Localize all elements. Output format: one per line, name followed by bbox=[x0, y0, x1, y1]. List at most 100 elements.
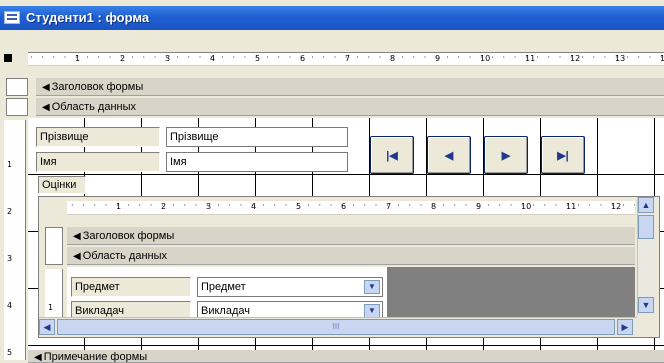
ruler-dot: · bbox=[543, 201, 547, 210]
section-arrow-icon: ◀ bbox=[73, 231, 81, 242]
previous-record-icon: ◀ bbox=[444, 149, 454, 162]
ruler-dot: · bbox=[221, 53, 224, 62]
ruler-dot: · bbox=[255, 53, 258, 62]
scroll-down-icon[interactable]: ▼ bbox=[638, 297, 654, 313]
scroll-right-icon[interactable]: ▶ bbox=[617, 319, 633, 335]
detail-section-bar[interactable]: ◀ Область данных bbox=[36, 98, 664, 116]
dropdown-arrow-icon[interactable]: ▼ bbox=[364, 304, 380, 318]
form-footer-section-bar[interactable]: ◀ Примечание формы bbox=[28, 350, 664, 363]
ruler-dot: · bbox=[390, 53, 393, 62]
form-selector-box[interactable] bbox=[4, 54, 12, 62]
ruler-dot: · bbox=[41, 53, 44, 62]
subform-vertical-scrollbar[interactable]: ▲ ▼ bbox=[637, 197, 655, 315]
ruler-dot: · bbox=[611, 201, 614, 210]
ruler-dot: · bbox=[412, 53, 416, 62]
form-header-section-bar[interactable]: ◀ Заголовок формы bbox=[36, 78, 664, 96]
last-record-button[interactable]: ▶| bbox=[541, 136, 585, 174]
subject-combobox-value: Предмет bbox=[201, 281, 246, 293]
ruler-dot: · bbox=[622, 201, 625, 210]
ruler-dot: · bbox=[149, 201, 153, 210]
horizontal-scroll-thumb[interactable]: III bbox=[57, 319, 615, 335]
scroll-up-icon[interactable]: ▲ bbox=[638, 197, 654, 213]
previous-record-button[interactable]: ◀ bbox=[427, 136, 471, 174]
ruler-dot: · bbox=[367, 53, 371, 62]
subform-empty-area bbox=[387, 267, 635, 319]
title-bar[interactable]: Студенти1 : форма bbox=[0, 6, 664, 30]
first-record-icon: |◀ bbox=[386, 149, 398, 162]
vertical-ruler[interactable]: 1 2 3 4 5 bbox=[4, 120, 26, 360]
ruler-dot: · bbox=[588, 201, 592, 210]
ruler-dot: · bbox=[217, 201, 220, 210]
ruler-dot: · bbox=[108, 53, 112, 62]
ruler-dot: · bbox=[521, 201, 524, 210]
ruler-dot: · bbox=[374, 201, 378, 210]
dropdown-arrow-icon[interactable]: ▼ bbox=[364, 280, 380, 294]
ruler-dot: · bbox=[206, 201, 209, 210]
surname-label[interactable]: Прізвище bbox=[36, 127, 160, 147]
name-textbox[interactable]: Імя bbox=[166, 152, 348, 172]
ruler-dot: · bbox=[71, 201, 74, 210]
ruler-dot: · bbox=[142, 53, 146, 62]
ruler-dot: · bbox=[603, 53, 607, 62]
ruler-dot: · bbox=[131, 53, 134, 62]
ruler-dot: · bbox=[363, 201, 367, 210]
ruler-dot: · bbox=[288, 53, 292, 62]
vertical-ruler-tick: 5 bbox=[7, 348, 13, 357]
ruler-dot: · bbox=[277, 53, 281, 62]
subform-horizontal-ruler[interactable]: 1 2 3 4 5 6 7 8 9 10 11 12 · · · · · · · · · · · · · · · · · · · · · · · · ·… bbox=[67, 201, 635, 215]
vertical-scroll-thumb[interactable] bbox=[638, 215, 654, 239]
ruler-dot: · bbox=[284, 201, 288, 210]
name-label[interactable]: Імя bbox=[36, 152, 160, 172]
subform-detail-label: Область данных bbox=[82, 250, 168, 262]
ruler-dot: · bbox=[431, 201, 434, 210]
ruler-dot: · bbox=[648, 53, 652, 62]
ruler-dot: · bbox=[468, 53, 472, 62]
ruler-dot: · bbox=[592, 53, 596, 62]
scroll-left-icon[interactable]: ◀ bbox=[39, 319, 55, 335]
ruler-dot: · bbox=[491, 53, 494, 62]
ruler-dot: · bbox=[408, 201, 412, 210]
horizontal-ruler[interactable]: 1234567891011121314·····················… bbox=[28, 52, 664, 66]
ruler-dot: · bbox=[386, 201, 389, 210]
ruler-dot: · bbox=[251, 201, 254, 210]
ruler-dot: · bbox=[63, 53, 67, 62]
ruler-dot: · bbox=[243, 53, 247, 62]
grades-subform[interactable]: 1 2 3 4 5 6 7 8 9 10 11 12 · · · · · · · · · · · · · · · · · · · · · · · · ·… bbox=[38, 196, 660, 338]
surname-textbox[interactable]: Прізвище bbox=[166, 127, 348, 147]
ruler-dot: · bbox=[322, 53, 326, 62]
subform-horizontal-scrollbar[interactable]: ◀ III ▶ bbox=[39, 317, 637, 335]
ruler-dot: · bbox=[120, 53, 123, 62]
ruler-dot: · bbox=[104, 201, 108, 210]
ruler-dot: · bbox=[194, 201, 198, 210]
subject-label[interactable]: Предмет bbox=[71, 277, 191, 297]
first-record-button[interactable]: |◀ bbox=[370, 136, 414, 174]
subform-ruler-cell bbox=[45, 227, 63, 265]
subform-detail-section-bar[interactable]: ◀ Область данных bbox=[67, 247, 635, 265]
ruler-dot: · bbox=[660, 53, 663, 62]
ruler-dot: · bbox=[480, 53, 483, 62]
subform-header-section-bar[interactable]: ◀ Заголовок формы bbox=[67, 227, 635, 245]
ruler-dot: · bbox=[435, 53, 438, 62]
ruler-dot: · bbox=[82, 201, 85, 210]
ruler-dot: · bbox=[228, 201, 232, 210]
section-arrow-icon: ◀ bbox=[73, 251, 81, 262]
ruler-dot: · bbox=[172, 201, 175, 210]
ruler-dot: · bbox=[296, 201, 299, 210]
next-record-button[interactable]: ▶ bbox=[484, 136, 528, 174]
ruler-dot: · bbox=[626, 53, 629, 62]
form-footer-label: Примечание формы bbox=[43, 351, 148, 363]
ruler-dot: · bbox=[161, 201, 164, 210]
grades-label[interactable]: Оцінки bbox=[38, 176, 86, 194]
ruler-dot: · bbox=[554, 201, 558, 210]
subform-vertical-ruler: 1 bbox=[45, 269, 63, 317]
ruler-dot: · bbox=[232, 53, 236, 62]
subject-combobox[interactable]: Предмет ▼ bbox=[197, 277, 383, 297]
ruler-dot: · bbox=[176, 53, 179, 62]
ruler-dot: · bbox=[352, 201, 355, 210]
ruler-dot: · bbox=[446, 53, 449, 62]
section-arrow-icon: ◀ bbox=[42, 82, 50, 93]
ruler-dot: · bbox=[423, 53, 427, 62]
ruler-dot: · bbox=[266, 53, 269, 62]
ruler-dot: · bbox=[502, 53, 506, 62]
ruler-dot: · bbox=[397, 201, 400, 210]
